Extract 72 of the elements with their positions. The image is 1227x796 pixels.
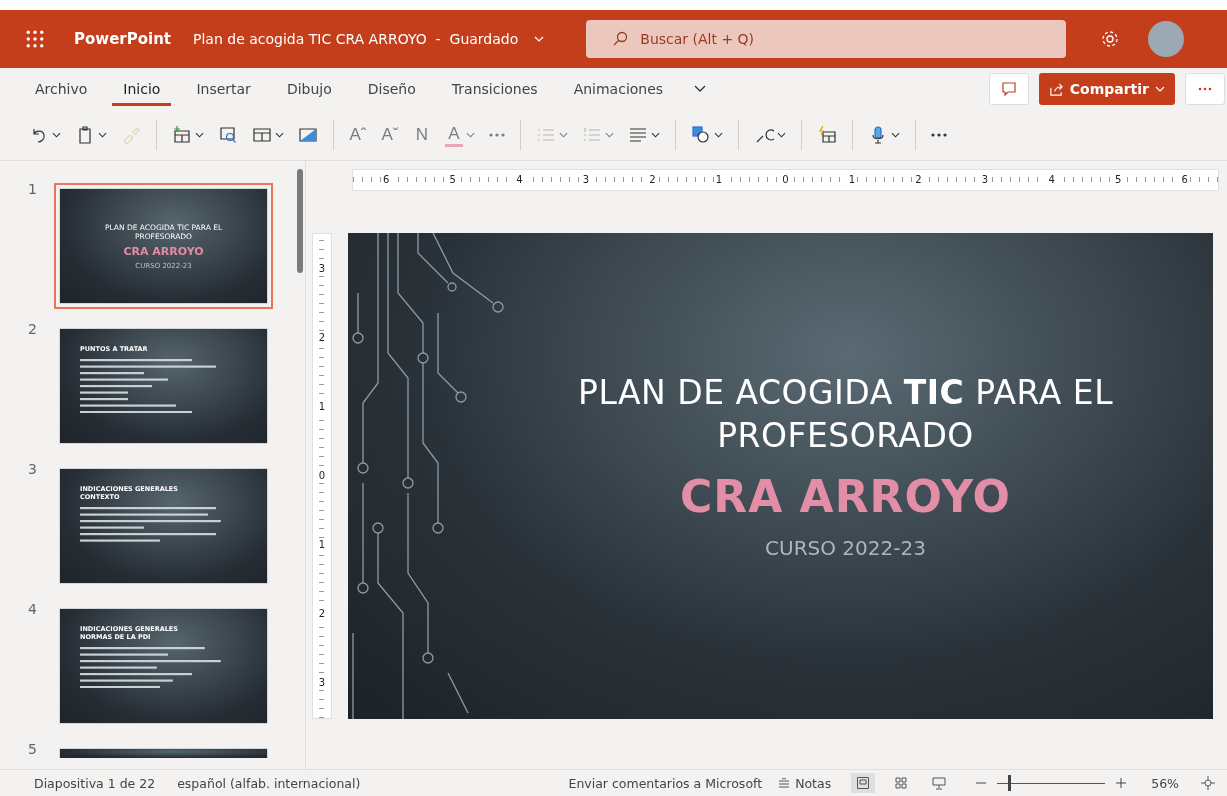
reading-view-icon: [932, 776, 947, 790]
zoom-slider-thumb[interactable]: [1008, 775, 1011, 791]
ruler-number: 1: [846, 175, 858, 185]
ruler-number: 6: [381, 175, 392, 185]
zoom-in-icon[interactable]: [1115, 777, 1128, 789]
ruler-number: 3: [580, 175, 592, 185]
ruler-number: 2: [647, 175, 658, 185]
more-icon: [1198, 87, 1212, 91]
more-icon: [931, 133, 947, 137]
ruler-number: 3: [979, 175, 991, 185]
ribbon-tab[interactable]: Inicio: [112, 72, 172, 106]
app-launcher-icon[interactable]: [26, 30, 44, 48]
share-button[interactable]: Compartir: [1038, 73, 1175, 105]
app-name[interactable]: PowerPoint: [74, 30, 172, 48]
user-avatar[interactable]: [1148, 21, 1185, 57]
slide-canvas[interactable]: PLAN DE ACOGIDA TIC PARA EL PROFESORADO CRA ARROYO CURSO 2022-23: [348, 233, 1213, 719]
align-icon: [628, 125, 648, 145]
zoom-percentage[interactable]: 56%: [1151, 775, 1179, 791]
ribbon-tab[interactable]: Dibujo: [275, 72, 343, 106]
sorter-view-icon: [894, 776, 909, 790]
ribbon-tab[interactable]: Transiciones: [440, 72, 549, 106]
ruler-number: 5: [447, 175, 458, 185]
ruler-number: 1: [316, 401, 328, 412]
settings-icon[interactable]: [1100, 29, 1121, 49]
search-field[interactable]: Buscar (Alt + Q): [586, 20, 1067, 58]
chevron-down-icon: [1155, 86, 1165, 92]
ruler-number: 0: [780, 175, 791, 185]
slide-footer: CURSO 2022-23: [765, 536, 926, 561]
ruler-number: 3: [316, 263, 328, 274]
chevron-down-icon[interactable]: [694, 85, 707, 93]
ribbon-tab[interactable]: Animaciones: [562, 72, 675, 106]
designer-icon: [817, 125, 837, 145]
ribbon-tab[interactable]: Insertar: [185, 72, 262, 106]
slide-number: 5: [27, 741, 38, 757]
ruler-number: 4: [1046, 175, 1057, 185]
slide-number: 3: [27, 461, 38, 477]
share-icon: [1048, 81, 1064, 97]
ruler-number: 1: [316, 540, 328, 551]
normal-view-button[interactable]: [851, 773, 876, 793]
ruler-number: 3: [316, 678, 328, 689]
background-icon: [298, 125, 318, 145]
slide-title: PLAN DE ACOGIDA TIC PARA EL PROFESORADO: [577, 371, 1114, 457]
ribbon-tab[interactable]: Archivo: [24, 72, 99, 106]
slide-number: 2: [27, 321, 38, 337]
layout-icon: [252, 125, 272, 145]
ruler-number: 2: [316, 332, 328, 343]
fit-to-window-icon[interactable]: [1201, 776, 1215, 790]
slide-number: 1: [27, 181, 38, 197]
notes-icon: [778, 778, 791, 788]
more-icon: [489, 133, 505, 137]
new-slide-icon: [172, 125, 192, 145]
language-indicator[interactable]: español (alfab. internacional): [177, 775, 361, 791]
ruler-number: 0: [316, 471, 328, 481]
ribbon-tab[interactable]: Diseño: [356, 72, 427, 106]
document-title[interactable]: Plan de acogida TIC CRA ARROYO - Guardado: [193, 31, 519, 47]
shapes-icon: [691, 125, 711, 145]
ruler-number: 2: [913, 175, 924, 185]
ruler-number: 5: [1112, 175, 1124, 185]
notes-button[interactable]: Notas: [772, 774, 838, 792]
ruler-number: 4: [514, 175, 525, 185]
slide-number: 4: [27, 601, 38, 617]
feedback-link[interactable]: Enviar comentarios a Microsoft: [568, 775, 763, 791]
slide-subtitle: CRA ARROYO: [680, 471, 1011, 523]
normal-view-icon: [856, 776, 871, 790]
ruler-number: 6: [1179, 175, 1190, 185]
comments-button[interactable]: [988, 73, 1029, 105]
speech-bubble-icon: [1000, 81, 1017, 97]
ruler-number: 2: [316, 609, 328, 620]
slide-counter: Diapositiva 1 de 22: [34, 775, 156, 791]
slide-subtitle: CRA ARROYO: [123, 244, 204, 258]
slide-search-icon: [218, 125, 238, 145]
ruler-number: 1: [713, 175, 725, 185]
